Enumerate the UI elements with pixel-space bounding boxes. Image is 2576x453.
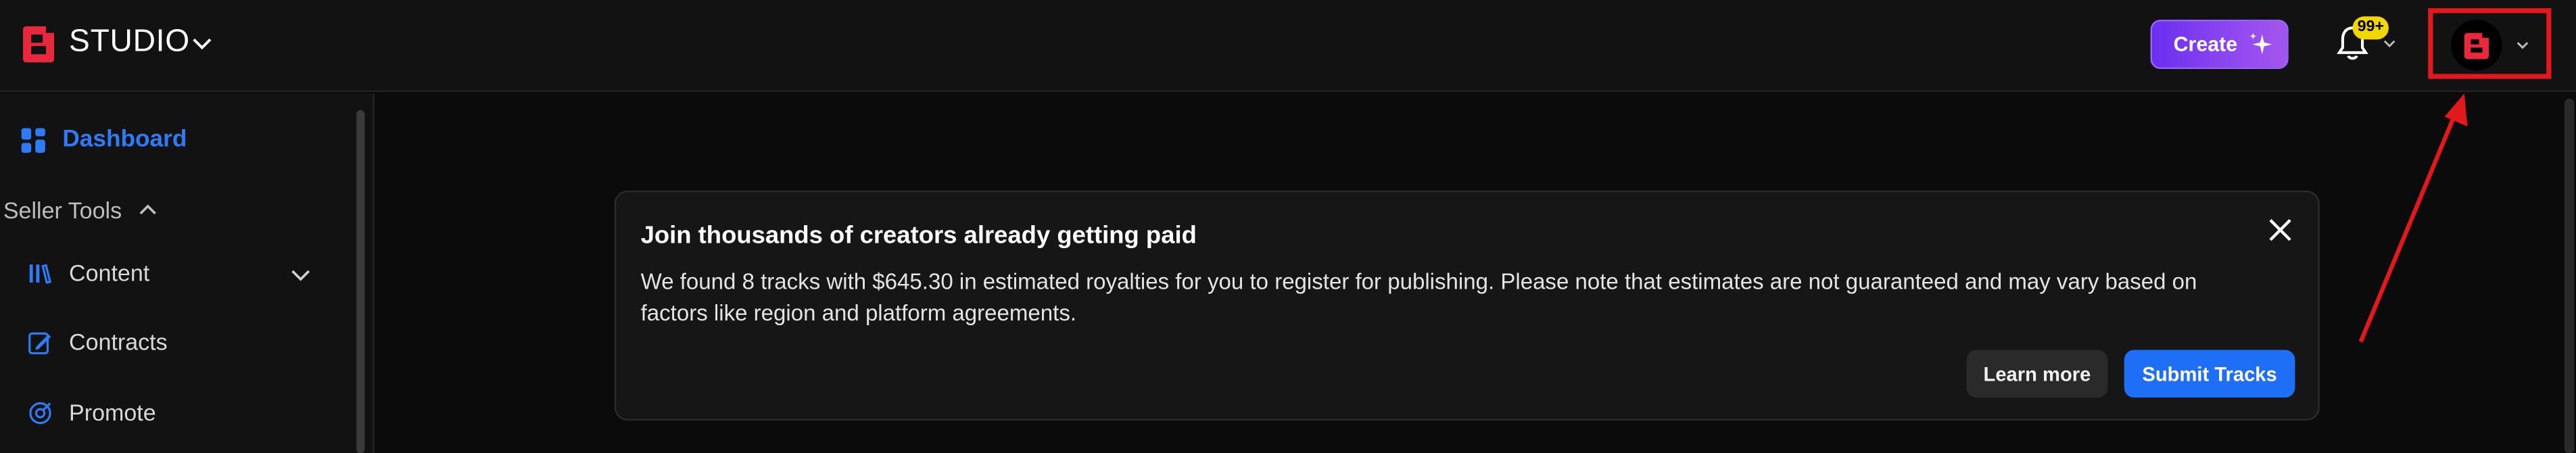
learn-more-button[interactable]: Learn more: [1966, 350, 2108, 398]
sidebar-item-content[interactable]: Content: [28, 260, 149, 286]
sidebar-item-label: Promote: [69, 399, 156, 426]
sidebar-item-label: Contracts: [69, 328, 168, 355]
sidebar-item-label: Content: [69, 259, 150, 286]
create-button-label: Create: [2173, 32, 2238, 56]
sidebar-scrollbar[interactable]: [356, 110, 365, 453]
grid-icon: [21, 127, 45, 152]
close-icon[interactable]: [2266, 215, 2295, 245]
top-bar: STUDIO Create 99+: [0, 0, 2576, 93]
main-scrollbar[interactable]: [2564, 98, 2575, 453]
banner-title: Join thousands of creators already getti…: [640, 222, 1197, 250]
royalties-banner: Join thousands of creators already getti…: [614, 190, 2320, 421]
sidebar-item-promote[interactable]: Promote: [28, 399, 156, 425]
annotation-highlight-box: [2428, 8, 2552, 79]
sparkle-icon: [2249, 32, 2272, 55]
sidebar-item-label: Dashboard: [62, 126, 187, 153]
chevron-up-icon: [139, 204, 157, 215]
section-label: Seller Tools: [3, 197, 122, 224]
promote-icon: [29, 401, 51, 424]
library-icon: [29, 263, 52, 283]
sidebar-item-contracts[interactable]: Contracts: [28, 328, 168, 355]
create-button[interactable]: Create: [2150, 20, 2289, 70]
studio-title[interactable]: STUDIO: [69, 24, 190, 60]
sidebar-item-dashboard[interactable]: Dashboard: [21, 126, 187, 153]
banner-message: We found 8 tracks with $645.30 in estima…: [640, 269, 2197, 326]
submit-tracks-button[interactable]: Submit Tracks: [2124, 350, 2295, 398]
app-root: STUDIO Create 99+ Dashboard Seller Tools…: [0, 0, 2576, 453]
chevron-down-icon[interactable]: [2382, 36, 2397, 51]
chevron-down-icon[interactable]: [289, 263, 312, 286]
chevron-down-icon[interactable]: [191, 31, 214, 54]
contract-edit-icon: [28, 331, 51, 354]
brand-logo-icon[interactable]: [23, 26, 55, 63]
seller-tools-section[interactable]: Seller Tools: [3, 197, 158, 224]
